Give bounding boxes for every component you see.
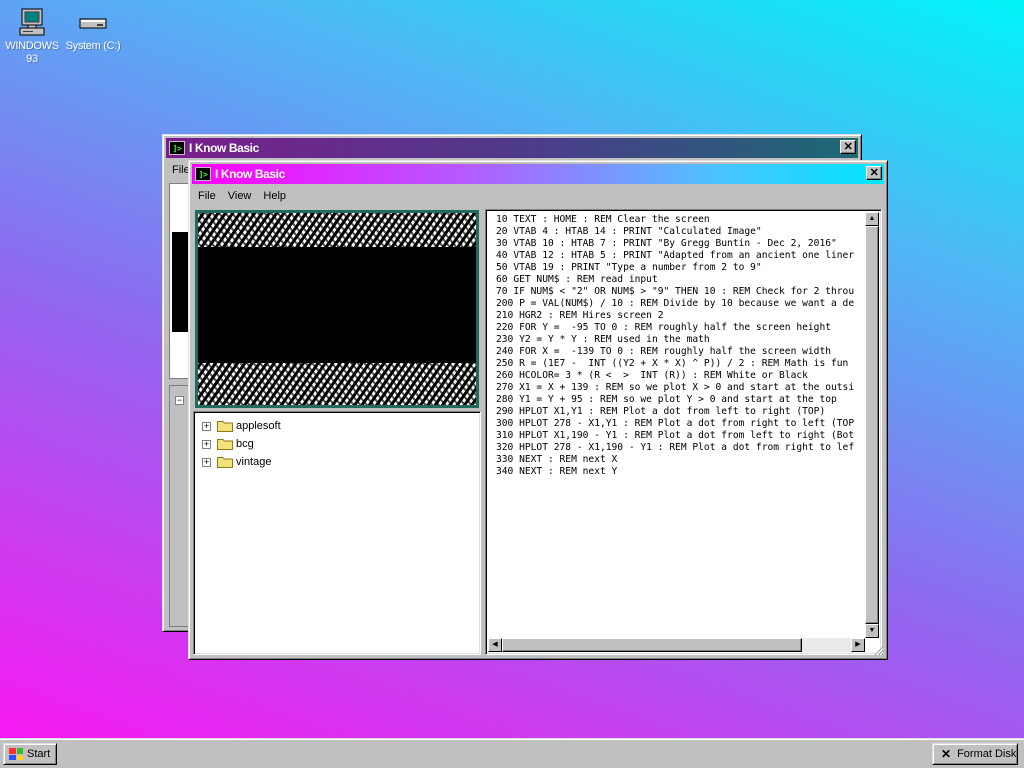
main-window-close-button[interactable]: ✕ [866,166,882,180]
expand-icon[interactable]: + [202,457,211,467]
scroll-up-button[interactable]: ▲ [865,212,879,226]
desktop-icon-label: System (C:) [65,40,121,52]
drive-icon [79,18,107,29]
folder-icon [217,421,233,432]
computer-icon [19,8,45,36]
tree-item-applesoft[interactable]: + applesoft [202,418,281,434]
terminal-icon: ]> [169,141,185,155]
code-line: 310 HPLOT X1,190 - Y1 : REM Plot a dot f… [496,430,855,441]
desktop-icon-system-drive[interactable]: System (C:) [61,6,125,53]
code-line: 240 FOR X = -139 TO 0 : REM roughly half… [496,346,832,357]
main-window-title: I Know Basic [215,167,285,181]
taskbar: Start ✕ Format Disk [0,738,1024,768]
main-window[interactable]: ]> I Know Basic ✕ File View Help + apple… [188,160,888,660]
tree-item-label: applesoft [236,420,281,432]
horizontal-scrollbar[interactable]: ◀ ▶ [488,638,865,652]
back-window-close-button[interactable]: ✕ [840,140,856,154]
folder-icon [217,439,233,450]
scroll-left-button[interactable]: ◀ [488,638,502,652]
code-line: 230 Y2 = Y * Y : REM used in the math [496,334,710,345]
windows-logo-icon [9,748,23,760]
expand-icon[interactable]: + [202,439,211,449]
horizontal-scroll-thumb[interactable] [502,638,802,652]
back-window-title: I Know Basic [189,141,259,155]
resize-grip-icon[interactable] [872,644,884,656]
code-line: 270 X1 = X + 139 : REM so we plot X > 0 … [496,382,855,393]
expand-icon[interactable]: + [202,421,211,431]
code-line: 60 GET NUM$ : REM read input [496,274,658,285]
vertical-scrollbar[interactable]: ▲ ▼ [865,212,879,638]
code-line: 290 HPLOT X1,Y1 : REM Plot a dot from le… [496,406,826,417]
code-line: 20 VTAB 4 : HTAB 14 : PRINT "Calculated … [496,226,762,237]
image-preview [195,210,479,408]
code-line: 340 NEXT : REM next Y [496,466,618,477]
start-button[interactable]: Start [3,743,57,765]
code-line: 220 FOR Y = -95 TO 0 : REM roughly half … [496,322,832,333]
moire-pattern-image [198,213,476,405]
desktop-icon-label: WINDOWS 93 [5,40,59,65]
code-line: 260 HCOLOR= 3 * (R < > INT (R)) : REM Wh… [496,370,808,381]
menu-help[interactable]: Help [257,190,292,202]
file-tree: + applesoft + bcg + vintage [193,411,481,655]
folder-icon [217,457,233,468]
desktop-icon-windows93[interactable]: WINDOWS 93 [0,6,64,66]
code-line: 40 VTAB 12 : HTAB 5 : PRINT "Adapted fro… [496,250,855,261]
code-line: 300 HPLOT 278 - X1,Y1 : REM Plot a dot f… [496,418,855,429]
tree-item-vintage[interactable]: + vintage [202,454,271,470]
code-line: 10 TEXT : HOME : REM Clear the screen [496,214,710,225]
collapse-icon[interactable]: − [175,396,184,405]
main-window-menubar: File View Help [192,186,884,206]
code-line: 320 HPLOT 278 - X1,190 - Y1 : REM Plot a… [496,442,855,453]
main-window-titlebar[interactable]: ]> I Know Basic ✕ [192,164,884,184]
code-line: 330 NEXT : REM next X [496,454,618,465]
code-line: 280 Y1 = Y + 95 : REM so we plot Y > 0 a… [496,394,837,405]
code-line: 50 VTAB 19 : PRINT "Type a number from 2… [496,262,762,273]
scroll-right-button[interactable]: ▶ [851,638,865,652]
code-line: 200 P = VAL(NUM$) / 10 : REM Divide by 1… [496,298,855,309]
code-listing[interactable]: 10 TEXT : HOME : REM Clear the screen 20 … [496,214,868,638]
terminal-icon: ]> [195,167,211,181]
code-line: 250 R = (1E7 - INT ((Y2 + X * X) ^ P)) /… [496,358,849,369]
vertical-scroll-thumb[interactable] [865,226,879,624]
code-editor[interactable]: 10 TEXT : HOME : REM Clear the screen 20 … [485,209,882,655]
code-line: 210 HGR2 : REM Hires screen 2 [496,310,664,321]
code-line: 70 IF NUM$ < "2" OR NUM$ > "9" THEN 10 :… [496,286,855,297]
format-disk-icon: ✕ [941,747,952,761]
scroll-down-button[interactable]: ▼ [865,624,879,638]
format-disk-label: Format Disk [957,748,1017,760]
menu-view[interactable]: View [222,190,258,202]
start-label: Start [27,748,51,760]
menu-file[interactable]: File [192,190,222,202]
back-window-titlebar[interactable]: ]> I Know Basic ✕ [166,138,858,158]
tree-item-bcg[interactable]: + bcg [202,436,254,452]
tree-item-label: bcg [236,438,254,450]
tree-item-label: vintage [236,456,272,468]
format-disk-task[interactable]: ✕ Format Disk [932,743,1018,765]
code-line: 30 VTAB 10 : HTAB 7 : PRINT "By Gregg Bu… [496,238,837,249]
